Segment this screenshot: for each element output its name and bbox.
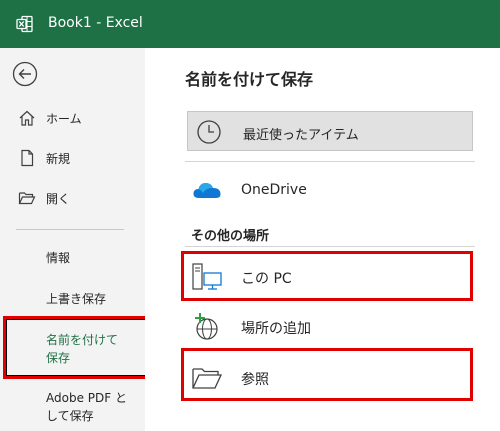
add-place-button[interactable]: 場所の追加 [185, 306, 475, 346]
sidebar-item-label: ホーム [46, 112, 82, 126]
cloud-icon [193, 183, 221, 198]
open-folder-icon [18, 192, 36, 205]
section-heading-other-places: その他の場所 [191, 229, 270, 244]
excel-logo-icon [16, 15, 33, 33]
sidebar-item-label: 新規 [46, 152, 71, 166]
title-bar: Book1 - Excel [0, 0, 500, 48]
recent-items-button[interactable]: 最近使ったアイテム [187, 111, 473, 151]
sidebar-item-save-as-pdf[interactable]: Adobe PDF と して保存 [46, 389, 127, 425]
clock-icon [197, 120, 221, 144]
sidebar-item-label-line2: して保存 [46, 409, 94, 423]
divider [185, 246, 475, 247]
add-place-label: 場所の追加 [241, 321, 311, 337]
sidebar-divider [16, 229, 124, 230]
sidebar-item-new[interactable]: 新規 [0, 140, 145, 176]
highlight-box-browse [181, 348, 473, 401]
sidebar-item-label: 開く [46, 192, 71, 206]
back-arrow-icon[interactable] [12, 61, 38, 87]
onedrive-button[interactable]: OneDrive [185, 170, 475, 210]
sidebar-item-label-line1: Adobe PDF と [46, 391, 127, 405]
sidebar-item-home[interactable]: ホーム [0, 100, 145, 136]
highlight-box-save-as [3, 316, 151, 379]
sidebar-item-info[interactable]: 情報 [46, 249, 70, 267]
home-icon [19, 110, 35, 126]
window-title: Book1 - Excel [48, 15, 143, 31]
divider [185, 161, 475, 162]
onedrive-label: OneDrive [241, 182, 307, 198]
page-title: 名前を付けて保存 [185, 70, 314, 89]
sidebar-item-open[interactable]: 開く [0, 180, 145, 216]
recent-items-label: 最近使ったアイテム [243, 128, 359, 143]
add-location-icon [195, 313, 218, 340]
highlight-box-this-pc [181, 251, 473, 301]
new-document-icon [21, 149, 34, 167]
sidebar-item-save[interactable]: 上書き保存 [46, 290, 106, 308]
